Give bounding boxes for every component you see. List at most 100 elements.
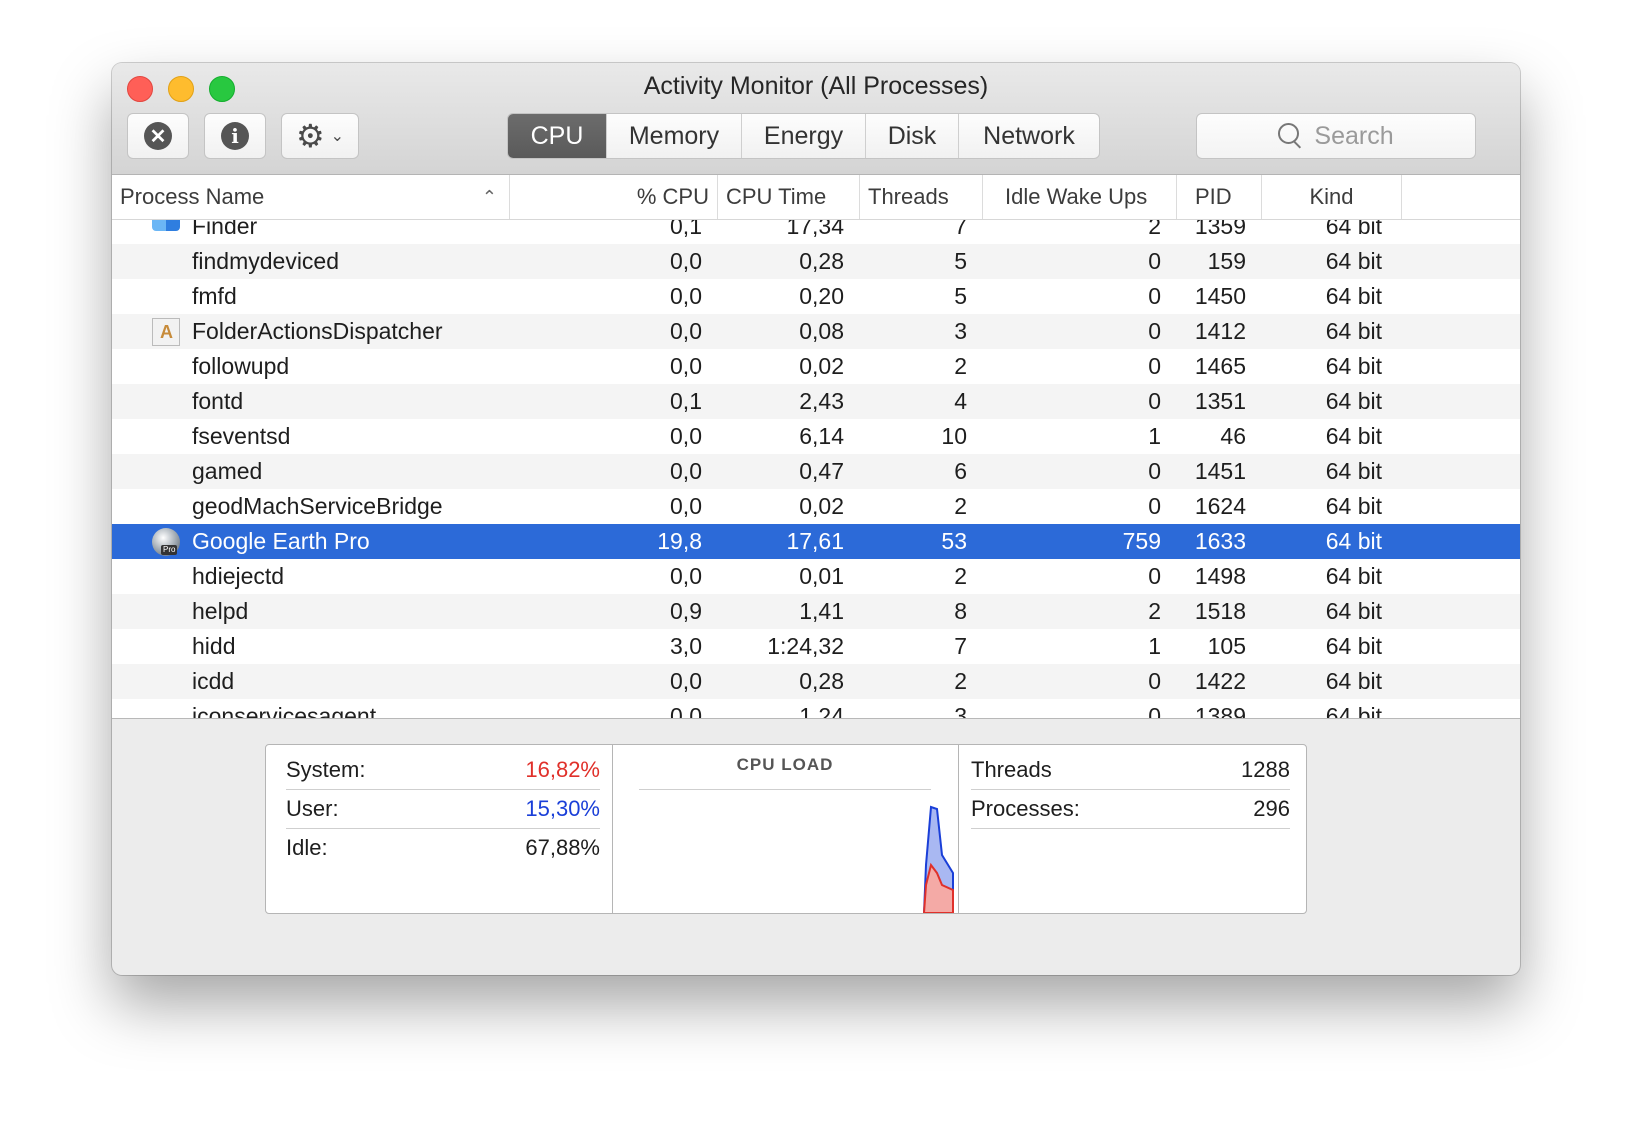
cell-kind: 64 bit — [1325, 528, 1382, 554]
tab-memory[interactable]: Memory — [606, 114, 741, 158]
table-row[interactable]: followupd 0,0 0,02 2 0 1465 64 bit — [112, 349, 1520, 384]
cell-idle-wake-ups: 2 — [1148, 219, 1161, 239]
info-icon: i — [221, 122, 249, 150]
table-row[interactable]: fontd 0,1 2,43 4 0 1351 64 bit — [112, 384, 1520, 419]
column-header-threads[interactable]: Threads — [860, 175, 983, 219]
cell-cpu: 0,0 — [670, 283, 702, 309]
sort-ascending-icon: ⌃ — [481, 187, 497, 207]
cell-cpu: 0,1 — [670, 388, 702, 414]
cell-idle-wake-ups: 0 — [1148, 318, 1161, 344]
cpu-load-graph — [922, 805, 954, 913]
search-field[interactable]: Search — [1196, 113, 1476, 159]
cell-cpu-time: 17,34 — [786, 219, 844, 239]
column-header-process-name[interactable]: Process Name ⌃ — [112, 175, 510, 219]
cell-kind: 64 bit — [1325, 633, 1382, 659]
tab-disk[interactable]: Disk — [865, 114, 958, 158]
table-row[interactable]: hdiejectd 0,0 0,01 2 0 1498 64 bit — [112, 559, 1520, 594]
table-row[interactable]: fmfd 0,0 0,20 5 0 1450 64 bit — [112, 279, 1520, 314]
cell-threads: 10 — [941, 423, 967, 449]
tab-energy[interactable]: Energy — [741, 114, 865, 158]
user-stat: User: 15,30% — [286, 790, 600, 829]
cell-kind: 64 bit — [1325, 388, 1382, 414]
processes-stat: Processes: 296 — [971, 790, 1290, 829]
google-earth-pro-icon: Pro — [152, 528, 180, 556]
table-row[interactable]: findmydeviced 0,0 0,28 5 0 159 64 bit — [112, 244, 1520, 279]
title-bar: Activity Monitor (All Processes) ✕ i ⚙ ⌄… — [112, 63, 1520, 175]
table-row[interactable]: Pro Google Earth Pro 19,8 17,61 53 759 1633 64 … — [112, 524, 1520, 559]
cell-cpu: 0,0 — [670, 353, 702, 379]
cell-cpu: 0,0 — [670, 563, 702, 589]
cell-cpu: 0,0 — [670, 423, 702, 449]
cell-threads: 8 — [954, 598, 967, 624]
cell-cpu: 0,0 — [670, 668, 702, 694]
process-name: Google Earth Pro — [192, 528, 370, 554]
cell-pid: 1518 — [1194, 598, 1246, 624]
table-row[interactable]: geodMachServiceBridge 0,0 0,02 2 0 1624 64 bit — [112, 489, 1520, 524]
activity-monitor-window: Activity Monitor (All Processes) ✕ i ⚙ ⌄… — [112, 63, 1520, 975]
thread-process-stats: Threads 1288 Processes: 296 — [959, 745, 1306, 913]
chevron-down-icon: ⌄ — [330, 128, 345, 145]
cell-cpu-time: 0,47 — [799, 458, 844, 484]
tab-network[interactable]: Network — [958, 114, 1099, 158]
column-header-kind[interactable]: Kind — [1262, 175, 1402, 219]
table-row[interactable]: hidd 3,0 1:24,32 7 1 105 64 bit — [112, 629, 1520, 664]
cell-idle-wake-ups: 1 — [1148, 633, 1161, 659]
cell-cpu-time: 0,02 — [799, 493, 844, 519]
cell-kind: 64 bit — [1325, 283, 1382, 309]
cell-idle-wake-ups: 0 — [1148, 283, 1161, 309]
cell-idle-wake-ups: 0 — [1148, 388, 1161, 414]
stop-process-icon: ✕ — [144, 122, 172, 150]
table-row[interactable]: gamed 0,0 0,47 6 0 1451 64 bit — [112, 454, 1520, 489]
cell-cpu-time: 1:24,32 — [767, 633, 844, 659]
table-row[interactable]: Finder 0,1 17,34 7 2 1359 64 bit — [112, 219, 1520, 244]
threads-stat: Threads 1288 — [971, 751, 1290, 790]
cell-kind: 64 bit — [1325, 318, 1382, 344]
cell-cpu: 0,0 — [670, 703, 702, 718]
table-row[interactable]: icdd 0,0 0,28 2 0 1422 64 bit — [112, 664, 1520, 699]
cell-cpu-time: 0,28 — [799, 668, 844, 694]
table-row[interactable]: A FolderActionsDispatcher 0,0 0,08 3 0 1412 64 … — [112, 314, 1520, 349]
processes-value: 296 — [1253, 796, 1290, 821]
table-row[interactable]: helpd 0,9 1,41 8 2 1518 64 bit — [112, 594, 1520, 629]
cell-pid: 105 — [1207, 633, 1246, 659]
column-header-idle-wake-ups[interactable]: Idle Wake Ups — [983, 175, 1177, 219]
process-name: geodMachServiceBridge — [192, 493, 443, 519]
cell-idle-wake-ups: 0 — [1148, 668, 1161, 694]
cell-cpu: 3,0 — [670, 633, 702, 659]
idle-stat: Idle: 67,88% — [286, 829, 600, 867]
process-name: fseventsd — [192, 423, 291, 449]
column-header-pid[interactable]: PID — [1177, 175, 1262, 219]
cell-cpu-time: 2,43 — [799, 388, 844, 414]
system-stat: System: 16,82% — [286, 751, 600, 790]
cell-pid: 1359 — [1194, 219, 1246, 239]
cell-cpu-time: 6,14 — [799, 423, 844, 449]
cell-pid: 1450 — [1194, 283, 1246, 309]
cell-idle-wake-ups: 0 — [1148, 703, 1161, 718]
table-row[interactable]: iconservicesagent 0,0 1,24 3 0 1389 64 bit — [112, 699, 1520, 718]
process-name: FolderActionsDispatcher — [192, 318, 443, 344]
inspect-process-button[interactable]: i — [204, 113, 266, 159]
column-header-cpu-time[interactable]: CPU Time — [718, 175, 860, 219]
view-tab-bar: CPU Memory Energy Disk Network — [507, 113, 1100, 159]
cpu-summary-panel: System: 16,82% User: 15,30% Idle: 67,88%… — [265, 744, 1307, 914]
cell-threads: 7 — [954, 219, 967, 239]
column-header-cpu[interactable]: % CPU — [510, 175, 718, 219]
cell-pid: 1351 — [1194, 388, 1246, 414]
cell-kind: 64 bit — [1325, 353, 1382, 379]
stop-process-button[interactable]: ✕ — [127, 113, 189, 159]
cell-cpu: 0,0 — [670, 493, 702, 519]
cpu-load-graph-area: CPU LOAD — [613, 745, 958, 913]
cell-threads: 6 — [954, 458, 967, 484]
process-name: hdiejectd — [192, 563, 285, 589]
action-menu-button[interactable]: ⚙ ⌄ — [281, 113, 359, 159]
search-icon — [1278, 123, 1304, 149]
process-name: findmydeviced — [192, 248, 340, 274]
gear-icon: ⚙ — [295, 118, 325, 154]
tab-cpu[interactable]: CPU — [508, 114, 606, 158]
cell-idle-wake-ups: 2 — [1148, 598, 1161, 624]
cell-cpu: 0,1 — [670, 219, 702, 239]
search-placeholder: Search — [1314, 121, 1394, 150]
cell-kind: 64 bit — [1325, 219, 1382, 239]
table-row[interactable]: fseventsd 0,0 6,14 10 1 46 64 bit — [112, 419, 1520, 454]
cell-pid: 1498 — [1194, 563, 1246, 589]
